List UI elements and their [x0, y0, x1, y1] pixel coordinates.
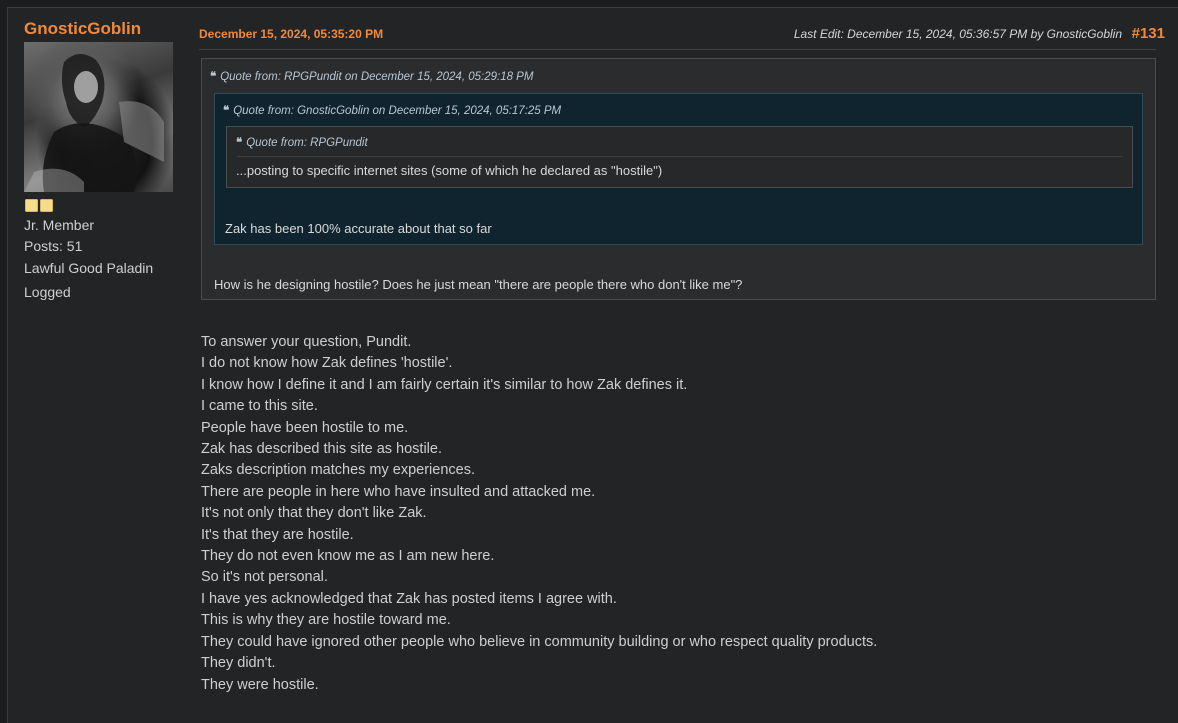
online-status: Logged [24, 284, 71, 300]
poster-name-link[interactable]: GnosticGoblin [24, 18, 184, 40]
body-line: So it's not personal. [201, 569, 328, 586]
quote-icon: ❝ [236, 137, 243, 149]
quote-header-link[interactable]: ❝ Quote from: GnosticGoblin on December 1… [223, 103, 561, 117]
post-body: To answer your question, Pundit. I do no… [201, 332, 877, 696]
last-edit-info: Last Edit: December 15, 2024, 05:36:57 P… [793, 27, 1122, 41]
body-line: They didn't. [201, 655, 276, 672]
rank-stars [25, 199, 53, 213]
body-line: People have been hostile to me. [201, 419, 409, 436]
body-line: I have yes acknowledged that Zak has pos… [201, 590, 617, 607]
header-divider [199, 49, 1156, 50]
body-line: It's that they are hostile. [201, 526, 354, 543]
star-icon [25, 199, 38, 212]
body-line: This is why they are hostile toward me. [201, 612, 451, 629]
body-line: To answer your question, Pundit. [201, 334, 412, 350]
body-line: Zak has described this site as hostile. [201, 441, 442, 458]
body-line: I know how I define it and I am fairly c… [201, 376, 688, 393]
poster-info: GnosticGoblin Jr. Member Posts: 51 Lawfu… [24, 18, 184, 300]
body-line: I came to this site. [201, 398, 318, 415]
quote-icon: ❝ [223, 105, 230, 117]
quote-divider [237, 156, 1122, 157]
body-line: They do not even know me as I am new her… [201, 548, 495, 565]
quote-text: ...posting to specific internet sites (s… [236, 163, 663, 178]
post-count: Posts: 51 [24, 238, 83, 254]
avatar-figure-icon [24, 53, 164, 192]
forum-post: GnosticGoblin Jr. Member Posts: 51 Lawfu… [7, 7, 1178, 723]
nested-quote-block: ❝ Quote from: RPGPundit ...posting to spe… [226, 126, 1133, 188]
body-line: There are people in here who have insult… [201, 483, 596, 500]
post-number-link[interactable]: #131 [1132, 25, 1165, 42]
post-date-link[interactable]: December 15, 2024, 05:35:20 PM [199, 27, 383, 41]
quote-icon: ❝ [210, 71, 217, 83]
quote-block: ❝ Quote from: RPGPundit on December 15, 2… [201, 58, 1156, 300]
body-line: It's not only that they don't like Zak. [201, 505, 427, 522]
member-rank: Jr. Member [24, 217, 95, 233]
body-line: They could have ignored other people who… [201, 633, 878, 650]
quote-header-link[interactable]: ❝ Quote from: RPGPundit [236, 135, 368, 149]
body-line: I do not know how Zak defines 'hostile'. [201, 355, 453, 372]
star-icon [40, 199, 53, 212]
avatar [24, 42, 173, 192]
quote-header-link[interactable]: ❝ Quote from: RPGPundit on December 15, 2… [210, 69, 533, 83]
body-line: Zaks description matches my experiences. [201, 462, 475, 479]
quote-text: Zak has been 100% accurate about that so… [225, 221, 492, 236]
nested-quote-block: ❝ Quote from: GnosticGoblin on December 1… [214, 93, 1143, 245]
member-title: Lawful Good Paladin [24, 260, 154, 276]
quote-text: How is he designing hostile? Does he jus… [214, 277, 743, 292]
body-line: They were hostile. [201, 676, 319, 693]
